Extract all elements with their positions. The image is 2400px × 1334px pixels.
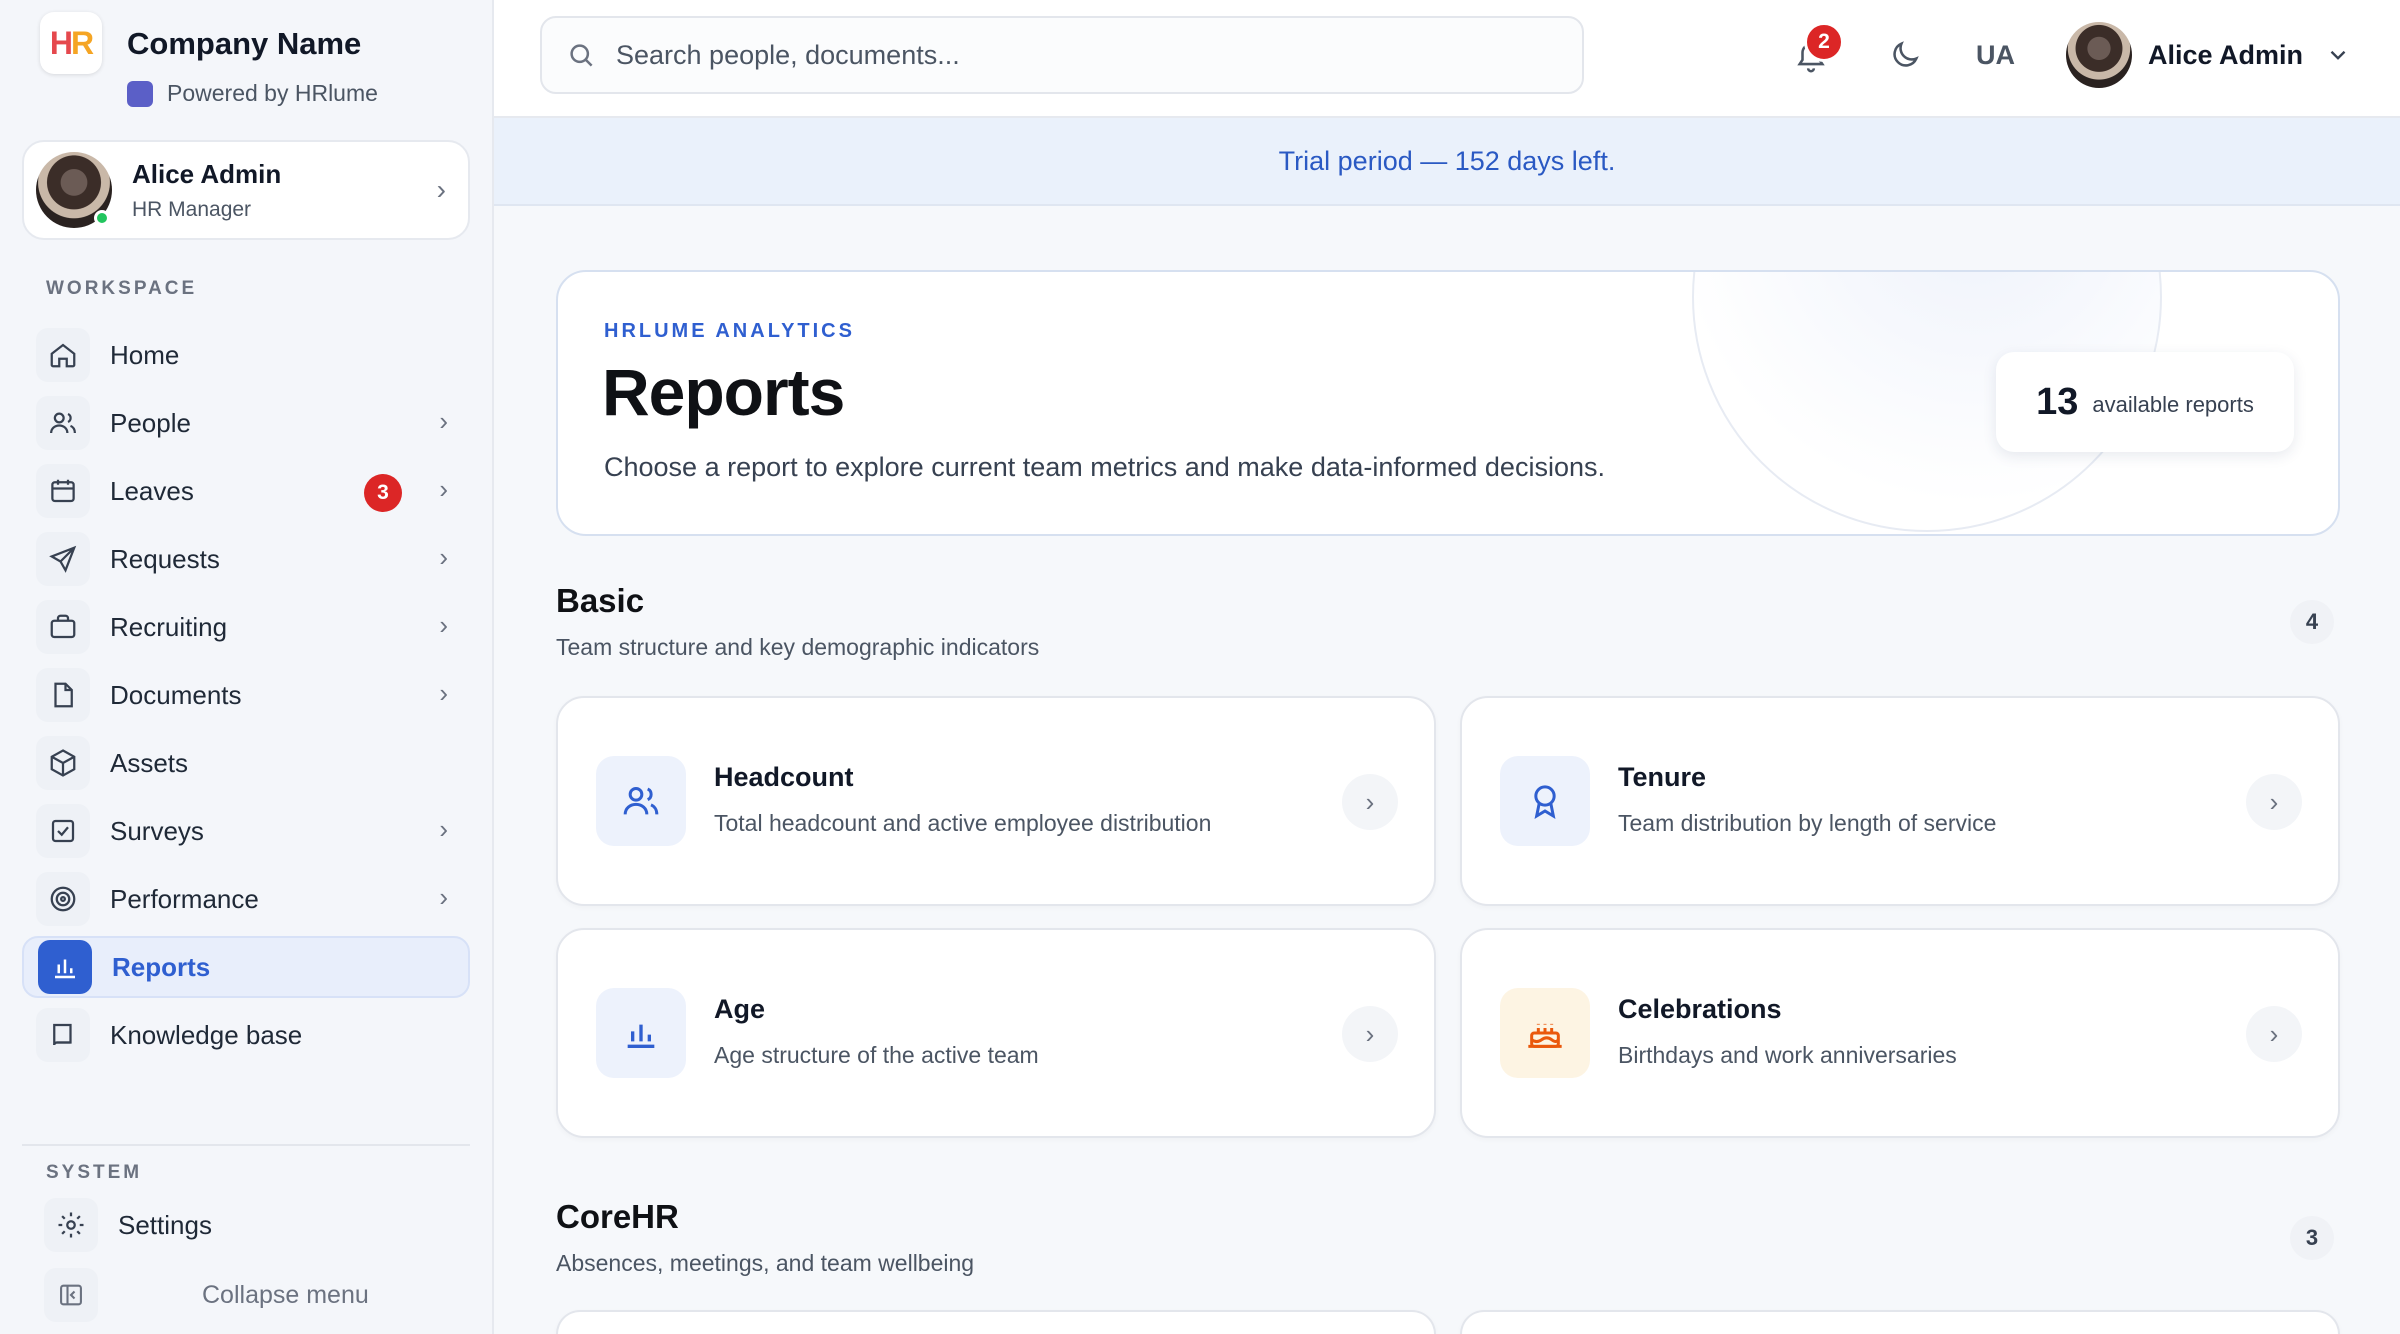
sidebar-item-performance[interactable]: Performance › bbox=[22, 868, 470, 930]
chevron-right-icon: › bbox=[439, 678, 448, 708]
sidebar-item-documents[interactable]: Documents › bbox=[22, 664, 470, 726]
section-subtitle-corehr: Absences, meetings, and team wellbeing bbox=[556, 1250, 975, 1276]
company-logo: HR bbox=[40, 12, 102, 74]
language-switcher[interactable]: UA bbox=[1976, 40, 2015, 71]
document-icon bbox=[36, 668, 90, 722]
online-status-icon bbox=[94, 210, 110, 226]
sidebar-item-home[interactable]: Home bbox=[22, 324, 470, 386]
hero-eyebrow: HRLUME ANALYTICS bbox=[604, 320, 855, 342]
report-card-corehr-1[interactable] bbox=[556, 1310, 1436, 1334]
page-subtitle: Choose a report to explore current team … bbox=[604, 452, 1605, 482]
page-title: Reports bbox=[602, 355, 845, 429]
chevron-right-icon: › bbox=[439, 542, 448, 572]
section-subtitle-basic: Team structure and key demographic indic… bbox=[556, 634, 1040, 660]
user-menu-name: Alice Admin bbox=[2148, 39, 2304, 70]
chevron-right-icon: › bbox=[439, 882, 448, 912]
sidebar-item-knowledge-base[interactable]: Knowledge base bbox=[22, 1004, 470, 1066]
chevron-right-icon: › bbox=[439, 406, 448, 436]
chevron-down-icon bbox=[2325, 42, 2351, 68]
chevron-right-icon: › bbox=[2246, 774, 2302, 830]
search-icon bbox=[566, 40, 596, 70]
section-label-workspace: WORKSPACE bbox=[46, 278, 198, 299]
user-name: Alice Admin bbox=[132, 158, 282, 189]
sidebar-item-people[interactable]: People › bbox=[22, 392, 470, 454]
cake-icon bbox=[1500, 988, 1590, 1078]
avatar bbox=[2066, 22, 2132, 88]
section-count-corehr: 3 bbox=[2290, 1216, 2334, 1260]
notification-badge: 2 bbox=[1804, 22, 1844, 62]
trial-banner: Trial period — 152 days left. bbox=[494, 118, 2400, 206]
sidebar-collapse-icon bbox=[44, 1268, 98, 1322]
chevron-right-icon: › bbox=[2246, 1006, 2302, 1062]
chevron-right-icon: › bbox=[1342, 1006, 1398, 1062]
sidebar-item-assets[interactable]: Assets bbox=[22, 732, 470, 794]
moon-icon[interactable] bbox=[1888, 38, 1922, 72]
powered-by: Powered by HRlume bbox=[127, 80, 378, 107]
checkbox-icon bbox=[36, 804, 90, 858]
chevron-right-icon: › bbox=[439, 814, 448, 844]
report-card-tenure[interactable]: Tenure Team distribution by length of se… bbox=[1460, 696, 2340, 906]
bar-chart-icon bbox=[38, 940, 92, 994]
search-box[interactable] bbox=[540, 16, 1584, 94]
system-nav: Settings bbox=[30, 1194, 470, 1262]
leaves-count-badge: 3 bbox=[364, 474, 402, 512]
section-title-basic: Basic bbox=[556, 582, 645, 619]
sidebar-item-recruiting[interactable]: Recruiting › bbox=[22, 596, 470, 658]
gear-icon bbox=[44, 1198, 98, 1252]
chevron-right-icon: › bbox=[439, 610, 448, 640]
report-card-corehr-2[interactable] bbox=[1460, 1310, 2340, 1334]
bar-chart-icon bbox=[596, 988, 686, 1078]
sidebar-divider bbox=[22, 1144, 470, 1146]
calendar-icon bbox=[36, 464, 90, 518]
sidebar-item-requests[interactable]: Requests › bbox=[22, 528, 470, 590]
brand[interactable]: HR Company Name Powered by HRlume bbox=[40, 12, 378, 122]
sidebar-item-surveys[interactable]: Surveys › bbox=[22, 800, 470, 862]
chevron-right-icon: › bbox=[439, 474, 448, 504]
briefcase-icon bbox=[36, 600, 90, 654]
report-card-headcount[interactable]: Headcount Total headcount and active emp… bbox=[556, 696, 1436, 906]
people-icon bbox=[36, 396, 90, 450]
available-reports-badge: 13 available reports bbox=[1996, 352, 2294, 452]
section-count-basic: 4 bbox=[2290, 600, 2334, 644]
send-icon bbox=[36, 532, 90, 586]
sidebar-item-reports[interactable]: Reports bbox=[22, 936, 470, 998]
sidebar: HR Company Name Powered by HRlume Alice … bbox=[0, 0, 494, 1334]
avatar bbox=[36, 152, 112, 228]
target-icon bbox=[36, 872, 90, 926]
book-icon bbox=[36, 1008, 90, 1062]
company-name: Company Name bbox=[127, 26, 362, 61]
collapse-menu-button[interactable]: Collapse menu bbox=[44, 1268, 369, 1322]
reports-hero: HRLUME ANALYTICS Reports Choose a report… bbox=[556, 270, 2340, 536]
sidebar-item-settings[interactable]: Settings bbox=[30, 1194, 470, 1256]
chevron-right-icon: › bbox=[1342, 774, 1398, 830]
hrlume-logo-icon bbox=[127, 80, 153, 107]
sidebar-nav: Home People › Leaves 3 › Requests › Recr… bbox=[22, 324, 470, 1072]
people-icon bbox=[596, 756, 686, 846]
search-input[interactable] bbox=[616, 39, 1516, 71]
user-role: HR Manager bbox=[132, 197, 252, 221]
section-label-system: SYSTEM bbox=[46, 1162, 143, 1183]
section-title-corehr: CoreHR bbox=[556, 1198, 679, 1235]
sidebar-item-leaves[interactable]: Leaves 3 › bbox=[22, 460, 470, 522]
topbar: 2 UA Alice Admin bbox=[494, 0, 2400, 118]
home-icon bbox=[36, 328, 90, 382]
report-card-celebrations[interactable]: Celebrations Birthdays and work annivers… bbox=[1460, 928, 2340, 1138]
award-icon bbox=[1500, 756, 1590, 846]
chevron-right-icon: › bbox=[436, 174, 446, 205]
box-icon bbox=[36, 736, 90, 790]
report-card-age[interactable]: Age Age structure of the active team › bbox=[556, 928, 1436, 1138]
user-menu[interactable]: Alice Admin bbox=[2066, 22, 2351, 88]
user-profile-card[interactable]: Alice Admin HR Manager › bbox=[22, 140, 470, 240]
